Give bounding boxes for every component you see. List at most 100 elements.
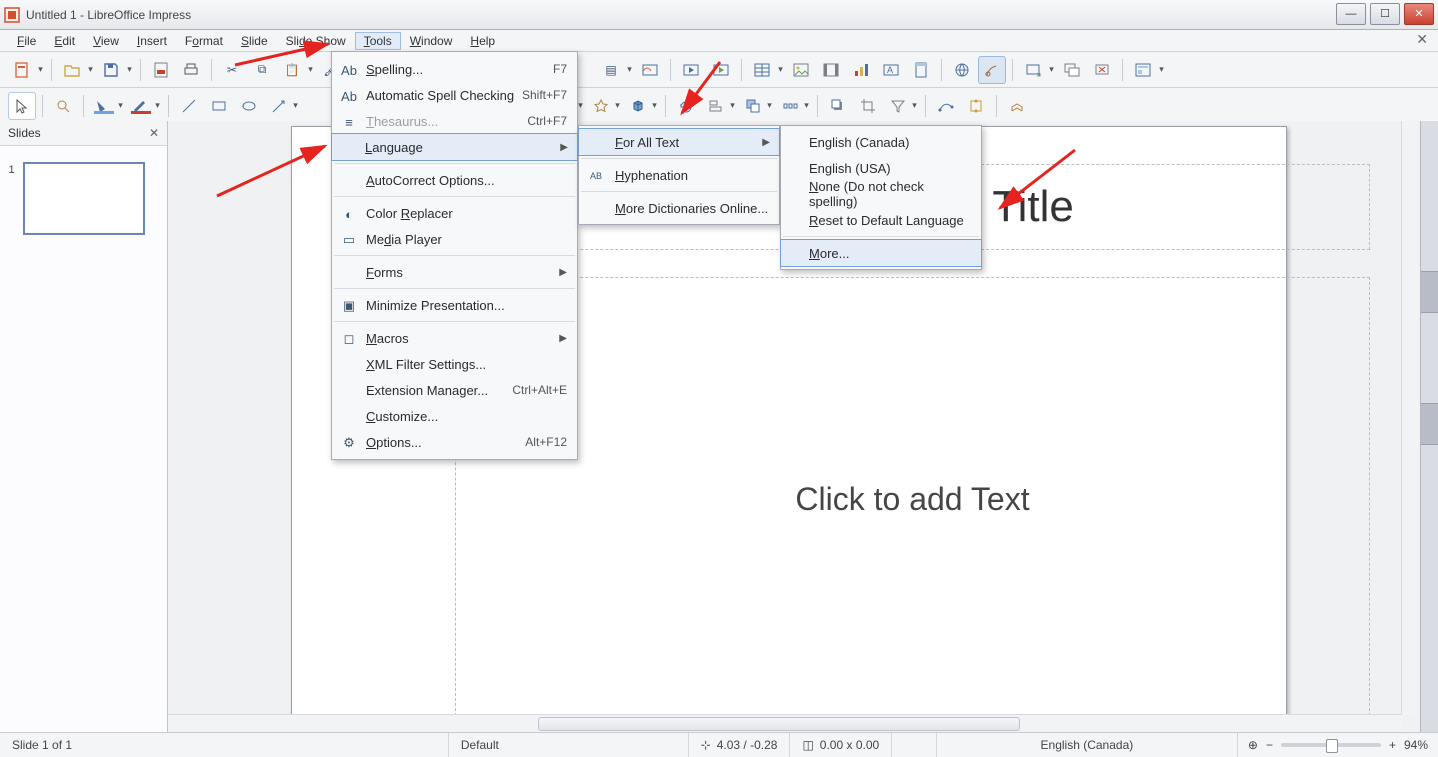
cut-icon[interactable]: ✂ bbox=[218, 56, 246, 84]
rectangle-tool-icon[interactable] bbox=[205, 92, 233, 120]
save-icon[interactable] bbox=[97, 56, 125, 84]
3d-objects-icon[interactable] bbox=[624, 92, 652, 120]
menuitem-more-dictionaries[interactable]: More Dictionaries Online... bbox=[579, 195, 779, 221]
start-first-slide-icon[interactable] bbox=[677, 56, 705, 84]
status-signature[interactable] bbox=[892, 733, 937, 757]
insert-image-icon[interactable] bbox=[787, 56, 815, 84]
menuitem-extension-manager[interactable]: Extension Manager...Ctrl+Alt+E bbox=[332, 377, 577, 403]
sidebar-right[interactable] bbox=[1420, 121, 1438, 733]
menuitem-none-spelling[interactable]: None (Do not check spelling) bbox=[781, 181, 981, 207]
menuitem-xml-filter[interactable]: XML Filter Settings... bbox=[332, 351, 577, 377]
sidebar-show-handle-2[interactable] bbox=[1421, 403, 1438, 445]
new-doc-dropdown[interactable]: ▾ bbox=[36, 64, 45, 75]
slide-layout-dropdown[interactable]: ▾ bbox=[1157, 64, 1166, 75]
new-slide-icon[interactable] bbox=[1019, 56, 1047, 84]
zoom-slider-knob[interactable] bbox=[1326, 739, 1338, 753]
slide-layout-icon[interactable] bbox=[1129, 56, 1157, 84]
crop-icon[interactable] bbox=[854, 92, 882, 120]
menu-slideshow[interactable]: Slide Show bbox=[277, 32, 355, 50]
menuitem-auto-spell[interactable]: AbAutomatic Spell CheckingShift+F7 bbox=[332, 82, 577, 108]
sidebar-show-handle[interactable] bbox=[1421, 271, 1438, 313]
menu-help[interactable]: Help bbox=[461, 32, 504, 50]
open-icon[interactable] bbox=[58, 56, 86, 84]
points-icon[interactable] bbox=[932, 92, 960, 120]
align-icon[interactable] bbox=[702, 92, 730, 120]
insert-av-icon[interactable] bbox=[817, 56, 845, 84]
new-slide-dropdown[interactable]: ▾ bbox=[1047, 64, 1056, 75]
rotate-icon[interactable] bbox=[672, 92, 700, 120]
menu-view[interactable]: View bbox=[84, 32, 128, 50]
insert-chart-icon[interactable] bbox=[847, 56, 875, 84]
show-draw-functions-icon[interactable] bbox=[978, 56, 1006, 84]
display-views-icon[interactable]: ▤ bbox=[597, 56, 625, 84]
scrollbar-thumb[interactable] bbox=[538, 717, 1020, 731]
stars-icon[interactable] bbox=[587, 92, 615, 120]
menuitem-media-player[interactable]: ▭Media Player bbox=[332, 226, 577, 252]
maximize-button[interactable]: ☐ bbox=[1370, 3, 1400, 25]
menuitem-more[interactable]: More... bbox=[780, 239, 982, 267]
fill-color-icon[interactable] bbox=[90, 92, 118, 120]
menuitem-english-canada[interactable]: English (Canada) bbox=[781, 129, 981, 155]
paste-dropdown[interactable]: ▾ bbox=[306, 64, 315, 75]
slide-thumbnail-1[interactable]: 1 bbox=[23, 162, 145, 235]
insert-header-footer-icon[interactable] bbox=[907, 56, 935, 84]
content-placeholder[interactable]: Click to add Text bbox=[455, 277, 1370, 715]
master-slide-icon[interactable] bbox=[636, 56, 664, 84]
menu-window[interactable]: Window bbox=[401, 32, 462, 50]
minimize-button[interactable]: — bbox=[1336, 3, 1366, 25]
insert-hyperlink-icon[interactable] bbox=[948, 56, 976, 84]
line-color-icon[interactable] bbox=[127, 92, 155, 120]
extrusion-icon[interactable] bbox=[1003, 92, 1031, 120]
distribute-icon[interactable] bbox=[776, 92, 804, 120]
menuitem-english-usa[interactable]: English (USA) bbox=[781, 155, 981, 181]
status-layout[interactable]: Default bbox=[449, 733, 689, 757]
paste-icon[interactable]: 📋 bbox=[278, 56, 306, 84]
menu-file[interactable]: File bbox=[8, 32, 45, 50]
zoom-out-icon[interactable]: − bbox=[1266, 738, 1273, 752]
export-pdf-icon[interactable] bbox=[147, 56, 175, 84]
select-tool-icon[interactable] bbox=[8, 92, 36, 120]
menu-tools[interactable]: Tools bbox=[355, 32, 401, 50]
open-dropdown[interactable]: ▾ bbox=[86, 64, 95, 75]
glue-points-icon[interactable] bbox=[962, 92, 990, 120]
slides-panel-close-icon[interactable]: ✕ bbox=[149, 126, 159, 140]
fit-page-icon[interactable]: ⊕ bbox=[1248, 738, 1258, 752]
menu-format[interactable]: Format bbox=[176, 32, 232, 50]
menu-edit[interactable]: Edit bbox=[45, 32, 84, 50]
print-icon[interactable] bbox=[177, 56, 205, 84]
menuitem-spelling[interactable]: AbSpelling...F7 bbox=[332, 56, 577, 82]
menu-slide[interactable]: Slide bbox=[232, 32, 277, 50]
new-doc-icon[interactable] bbox=[8, 56, 36, 84]
zoom-slider[interactable] bbox=[1281, 743, 1381, 747]
delete-slide-icon[interactable] bbox=[1088, 56, 1116, 84]
line-tool-icon[interactable] bbox=[175, 92, 203, 120]
insert-table-dropdown[interactable]: ▾ bbox=[776, 64, 785, 75]
menuitem-reset-default-language[interactable]: Reset to Default Language bbox=[781, 207, 981, 233]
menuitem-options[interactable]: ⚙Options...Alt+F12 bbox=[332, 429, 577, 455]
menuitem-autocorrect[interactable]: AutoCorrect Options... bbox=[332, 167, 577, 193]
menuitem-hyphenation[interactable]: ABHyphenation bbox=[579, 162, 779, 188]
menuitem-forms[interactable]: Forms▶ bbox=[332, 259, 577, 285]
insert-table-icon[interactable] bbox=[748, 56, 776, 84]
status-language[interactable]: English (Canada) bbox=[937, 733, 1238, 757]
close-document-icon[interactable]: ✕ bbox=[1416, 32, 1428, 46]
menuitem-customize[interactable]: Customize... bbox=[332, 403, 577, 429]
menuitem-macros[interactable]: ◻Macros▶ bbox=[332, 325, 577, 351]
menuitem-for-all-text[interactable]: For All Text▶ bbox=[578, 128, 780, 156]
save-dropdown[interactable]: ▾ bbox=[125, 64, 134, 75]
lines-arrows-icon[interactable] bbox=[265, 92, 293, 120]
display-views-dropdown[interactable]: ▾ bbox=[625, 64, 634, 75]
zoom-in-icon[interactable]: + bbox=[1389, 738, 1396, 752]
start-current-slide-icon[interactable] bbox=[707, 56, 735, 84]
menuitem-color-replacer[interactable]: ◐Color Replacer bbox=[332, 200, 577, 226]
arrange-icon[interactable] bbox=[739, 92, 767, 120]
zoom-tool-icon[interactable] bbox=[49, 92, 77, 120]
close-button[interactable]: ✕ bbox=[1404, 3, 1434, 25]
menu-insert[interactable]: Insert bbox=[128, 32, 176, 50]
horizontal-scrollbar[interactable] bbox=[168, 714, 1402, 733]
shadow-icon[interactable] bbox=[824, 92, 852, 120]
slides-panel-body[interactable]: 1 bbox=[0, 146, 167, 733]
ellipse-tool-icon[interactable] bbox=[235, 92, 263, 120]
menuitem-minimize[interactable]: ▣Minimize Presentation... bbox=[332, 292, 577, 318]
menuitem-language[interactable]: Language▶ bbox=[331, 133, 578, 161]
